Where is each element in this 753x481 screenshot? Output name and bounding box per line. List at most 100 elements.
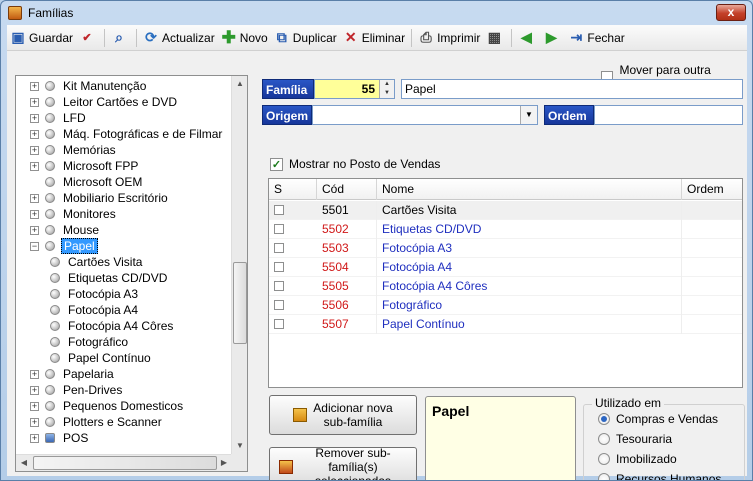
row-select-checkbox[interactable] xyxy=(274,205,284,215)
mostrar-checkbox-row[interactable]: ✓ Mostrar no Posto de Vendas xyxy=(270,157,440,171)
tree-item[interactable]: + Memórias xyxy=(30,142,118,158)
eliminar-button[interactable]: ✕ Eliminar xyxy=(340,27,408,49)
tree-item[interactable]: + Plotters e Scanner xyxy=(30,414,164,430)
column-header-nome[interactable]: Nome xyxy=(377,179,682,200)
column-header-ordem[interactable]: Ordem xyxy=(682,179,744,200)
radio-button[interactable] xyxy=(598,433,610,445)
cell-cod: 5501 xyxy=(317,201,377,220)
familia-code-spinner[interactable]: ▲ ▼ xyxy=(379,80,394,98)
scroll-up-arrow[interactable]: ▲ xyxy=(232,76,248,92)
expand-icon[interactable]: + xyxy=(30,417,39,427)
calculator-button[interactable]: ▦ xyxy=(483,27,508,49)
expand-icon[interactable]: + xyxy=(30,401,39,411)
expand-icon[interactable]: + xyxy=(30,81,39,91)
tree-item[interactable]: Fotocópia A4 Côres xyxy=(50,318,175,334)
tree-item[interactable]: + Papelaria xyxy=(30,366,116,382)
origem-select[interactable]: ▼ xyxy=(312,105,538,125)
row-select-checkbox[interactable] xyxy=(274,262,284,272)
row-select-checkbox[interactable] xyxy=(274,281,284,291)
tree-item[interactable]: + Pequenos Domesticos xyxy=(30,398,185,414)
subfamily-grid[interactable]: S Cód Nome Ordem 5501 Cartões Visita 5502 E… xyxy=(268,178,744,388)
tree-item[interactable]: + Leitor Cartões e DVD xyxy=(30,94,179,110)
tree-item[interactable]: Etiquetas CD/DVD xyxy=(50,270,169,286)
tree-vertical-scrollbar[interactable]: ▲ ▼ xyxy=(231,76,247,454)
scroll-thumb[interactable] xyxy=(233,262,247,344)
expand-icon[interactable]: + xyxy=(30,209,39,219)
guardar-button[interactable]: ▣ Guardar xyxy=(7,27,76,49)
cell-ordem xyxy=(682,277,744,296)
tree-item[interactable]: + Máq. Fotográficas e de Filmar xyxy=(30,126,224,142)
spellcheck-button[interactable]: ✔ xyxy=(76,27,101,49)
scroll-right-arrow[interactable]: ▶ xyxy=(216,455,232,471)
table-row[interactable]: 5505 Fotocópia A4 Côres xyxy=(269,277,744,296)
duplicar-button[interactable]: ⧉ Duplicar xyxy=(271,27,340,49)
familia-code-input[interactable]: 55 ▲ ▼ xyxy=(314,79,395,99)
expand-icon[interactable]: + xyxy=(30,145,39,155)
column-header-cod[interactable]: Cód xyxy=(317,179,377,200)
tree-item[interactable]: Fotocópia A3 xyxy=(50,286,140,302)
family-tree[interactable]: + Kit Manutenção + Leitor Cartões e DVD + LFD… xyxy=(15,75,248,472)
table-row[interactable]: 5503 Fotocópia A3 xyxy=(269,239,744,258)
tree-item[interactable]: + POS xyxy=(30,430,90,446)
expand-icon[interactable]: + xyxy=(30,113,39,123)
tree-item[interactable]: + Mobiliario Escritório xyxy=(30,190,170,206)
imprimir-button[interactable]: ⎙ Imprimir xyxy=(415,27,483,49)
tree-horizontal-scrollbar[interactable]: ◀ ▶ xyxy=(16,454,232,471)
tree-item[interactable]: + Pen-Drives xyxy=(30,382,124,398)
mostrar-checkbox[interactable]: ✓ xyxy=(270,157,283,171)
tree-item[interactable]: + Kit Manutenção xyxy=(30,78,148,94)
table-row[interactable]: 5506 Fotográfico xyxy=(269,296,744,315)
utilizado-option[interactable]: Imobilizado xyxy=(598,452,677,466)
expand-icon[interactable]: + xyxy=(30,97,39,107)
row-select-checkbox[interactable] xyxy=(274,300,284,310)
utilizado-option[interactable]: Compras e Vendas xyxy=(598,412,718,426)
table-row[interactable]: 5502 Etiquetas CD/DVD xyxy=(269,220,744,239)
table-row[interactable]: 5507 Papel Contínuo xyxy=(269,315,744,334)
tree-item[interactable]: Fotográfico xyxy=(50,334,130,350)
tree-item[interactable]: + Mouse xyxy=(30,222,101,238)
table-row[interactable]: 5504 Fotocópia A4 xyxy=(269,258,744,277)
adicionar-button[interactable]: Adicionar nova sub-família xyxy=(269,395,417,435)
novo-button[interactable]: ✚ Novo xyxy=(218,27,271,49)
tree-item-label: Pequenos Domesticos xyxy=(63,399,184,413)
tree-item[interactable]: + Monitores xyxy=(30,206,118,222)
collapse-icon[interactable]: − xyxy=(30,241,39,251)
row-select-checkbox[interactable] xyxy=(274,243,284,253)
utilizado-option[interactable]: Tesouraria xyxy=(598,432,672,446)
chevron-down-icon[interactable]: ▼ xyxy=(520,106,537,124)
radio-button[interactable] xyxy=(598,453,610,465)
expand-icon[interactable]: + xyxy=(30,161,39,171)
tree-item[interactable]: Cartões Visita xyxy=(50,254,144,270)
tree-item[interactable]: + LFD xyxy=(30,110,88,126)
next-button[interactable]: ▶ xyxy=(540,27,565,49)
familia-name-input[interactable]: Papel xyxy=(401,79,743,99)
remover-button[interactable]: Remover sub-família(s) seleccionadas xyxy=(269,446,417,480)
tree-item[interactable]: Microsoft OEM xyxy=(30,174,144,190)
table-row[interactable]: 5501 Cartões Visita xyxy=(269,201,744,220)
row-select-checkbox[interactable] xyxy=(274,319,284,329)
tree-item[interactable]: + Microsoft FPP xyxy=(30,158,140,174)
column-header-s[interactable]: S xyxy=(269,179,317,200)
scroll-left-arrow[interactable]: ◀ xyxy=(16,455,32,471)
ordem-input[interactable] xyxy=(594,105,743,125)
expand-icon[interactable]: + xyxy=(30,225,39,235)
radio-button[interactable] xyxy=(598,473,610,480)
previous-button[interactable]: ◀ xyxy=(515,27,540,49)
close-button[interactable]: x xyxy=(716,4,746,21)
utilizado-option[interactable]: Recursos Humanos xyxy=(598,472,721,480)
tree-item[interactable]: Fotocópia A4 xyxy=(50,302,140,318)
expand-icon[interactable]: + xyxy=(30,193,39,203)
row-select-checkbox[interactable] xyxy=(274,224,284,234)
scroll-down-arrow[interactable]: ▼ xyxy=(232,438,248,454)
radio-button[interactable] xyxy=(598,413,610,425)
expand-icon[interactable]: + xyxy=(30,433,39,443)
scroll-thumb-horizontal[interactable] xyxy=(33,456,217,470)
expand-icon[interactable]: + xyxy=(30,369,39,379)
fechar-button[interactable]: ⇥ Fechar xyxy=(565,27,627,49)
actualizar-button[interactable]: ⟳ Actualizar xyxy=(140,27,218,49)
expand-icon[interactable]: + xyxy=(30,129,39,139)
expand-icon[interactable]: + xyxy=(30,385,39,395)
tree-item[interactable]: − Papel xyxy=(30,238,98,254)
tree-item[interactable]: Papel Contínuo xyxy=(50,350,153,366)
search-button[interactable]: ⌕ xyxy=(108,27,133,49)
